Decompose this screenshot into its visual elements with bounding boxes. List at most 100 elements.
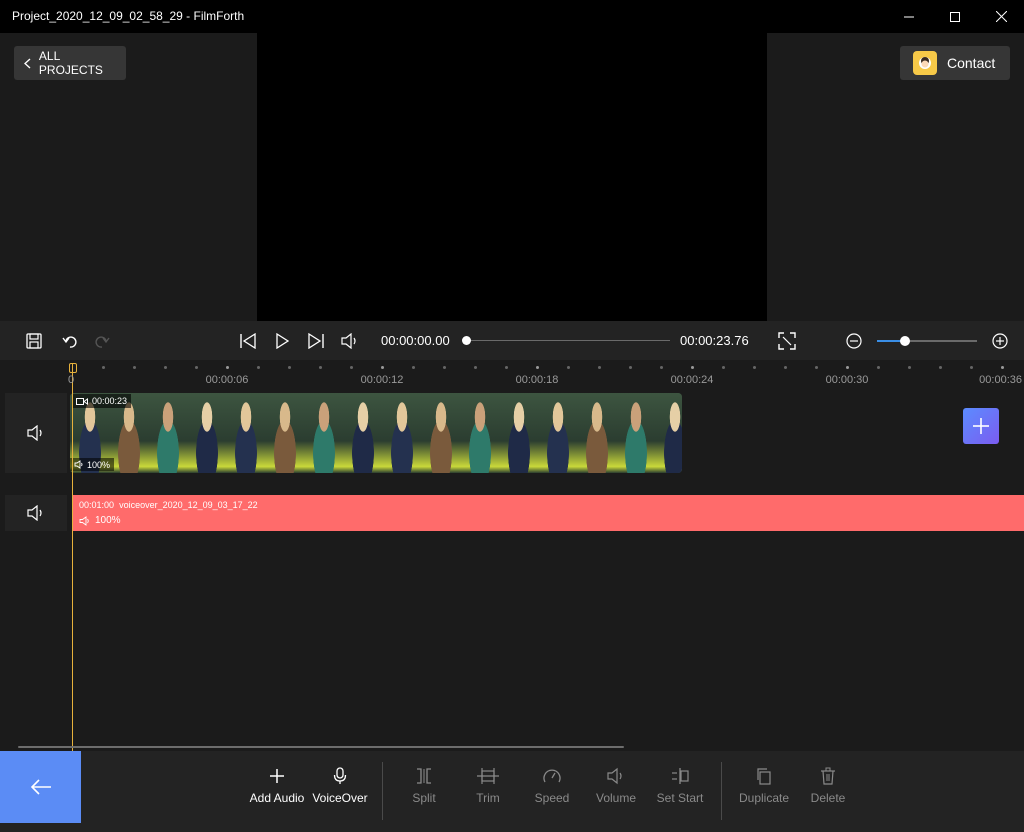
- back-button[interactable]: [0, 751, 81, 823]
- zoom-out-icon: [846, 332, 862, 349]
- ruler-tick: [319, 366, 322, 369]
- clip-thumbnail-frame: [577, 393, 617, 473]
- minimize-button[interactable]: [886, 0, 932, 33]
- ruler-tick: [195, 366, 198, 369]
- duplicate-icon: [757, 768, 771, 785]
- set-start-label: Set Start: [656, 791, 704, 805]
- contact-button[interactable]: Contact: [900, 46, 1010, 80]
- speaker-icon: [74, 460, 83, 469]
- ruler-tick: [164, 366, 167, 369]
- video-preview[interactable]: [257, 33, 767, 321]
- voiceover-clip-volume-row: 100%: [79, 515, 121, 526]
- trim-button[interactable]: Trim: [456, 767, 520, 805]
- set-start-icon: [672, 768, 689, 784]
- ruler-tick: [784, 366, 787, 369]
- zoom-slider-handle[interactable]: [900, 336, 910, 346]
- zoom-in-icon: [992, 332, 1008, 349]
- ruler-label: 00:00:24: [670, 374, 714, 386]
- ruler-label: 00:00:30: [825, 374, 869, 386]
- ruler-tick: [660, 366, 663, 369]
- delete-button[interactable]: Delete: [796, 767, 860, 805]
- speedometer-icon: [543, 769, 561, 783]
- close-button[interactable]: [978, 0, 1024, 33]
- clip-duration: 00:00:23: [92, 396, 128, 406]
- clip-duration-badge: 00:00:23: [72, 394, 132, 408]
- title-bar: Project_2020_12_09_02_58_29 - FilmForth: [0, 0, 1024, 33]
- seek-handle[interactable]: [462, 336, 471, 345]
- playhead-handle[interactable]: [69, 363, 77, 373]
- toolbar-divider: [382, 762, 383, 820]
- ruler-label: 00:00:36: [979, 374, 1022, 386]
- skip-to-start-button[interactable]: [236, 321, 260, 360]
- ruler-tick: [722, 366, 725, 369]
- ruler-tick: [288, 366, 291, 369]
- set-start-button[interactable]: Set Start: [648, 767, 712, 805]
- video-track-mute-button[interactable]: [5, 393, 67, 473]
- play-icon: [276, 332, 289, 349]
- ruler-tick: [753, 366, 756, 369]
- speed-button[interactable]: Speed: [520, 767, 584, 805]
- all-projects-button[interactable]: ALL PROJECTS: [14, 46, 126, 80]
- voiceover-clip[interactable]: 00:01:00 voiceover_2020_12_09_03_17_22 1…: [72, 495, 1024, 531]
- speed-label: Speed: [534, 791, 570, 805]
- ruler-tick: [629, 366, 632, 369]
- ruler-tick: [877, 366, 880, 369]
- all-projects-label: ALL PROJECTS: [38, 49, 103, 77]
- voiceover-clip-volume: 100%: [95, 515, 121, 526]
- add-media-button[interactable]: [963, 408, 999, 444]
- playhead[interactable]: [72, 364, 73, 751]
- duplicate-button[interactable]: Duplicate: [732, 767, 796, 805]
- trim-icon: [477, 768, 499, 784]
- ruler-tick: [412, 366, 415, 369]
- timeline-horizontal-scrollbar[interactable]: [18, 746, 624, 748]
- clip-thumbnail-frame: [343, 393, 383, 473]
- ruler-tick: [133, 366, 136, 369]
- fullscreen-icon: [778, 331, 796, 350]
- ruler-label: 00:00:18: [515, 374, 559, 386]
- redo-button[interactable]: [90, 321, 114, 360]
- skip-to-end-button[interactable]: [304, 321, 328, 360]
- ruler-tick: [257, 366, 260, 369]
- preview-volume-button[interactable]: [338, 321, 362, 360]
- voice-track-mute-button[interactable]: [5, 495, 67, 531]
- undo-button[interactable]: [58, 321, 82, 360]
- maximize-icon: [950, 11, 960, 22]
- voiceover-button[interactable]: VoiceOver: [308, 767, 372, 805]
- volume-label: Volume: [595, 791, 637, 805]
- ruler-tick: [567, 366, 570, 369]
- clip-thumbnail-frame: [304, 393, 344, 473]
- redo-icon: [95, 335, 110, 348]
- clip-thumbnail-frame: [187, 393, 227, 473]
- clip-thumbnail-frame: [148, 393, 188, 473]
- video-clip[interactable]: [70, 393, 682, 473]
- volume-button[interactable]: Volume: [584, 767, 648, 805]
- ruler-tick: [815, 366, 818, 369]
- split-button[interactable]: Split: [392, 767, 456, 805]
- plus-icon: [270, 769, 284, 783]
- play-button[interactable]: [270, 321, 294, 360]
- ruler-tick: [474, 366, 477, 369]
- skip-end-icon: [308, 332, 324, 349]
- fullscreen-button[interactable]: [775, 321, 799, 360]
- toolbar-divider: [721, 762, 722, 820]
- clip-thumbnail-frame: [499, 393, 539, 473]
- voiceover-label: VoiceOver: [312, 791, 368, 805]
- ruler-tick: [908, 366, 911, 369]
- clip-thumbnail-frame: [460, 393, 500, 473]
- window-title: Project_2020_12_09_02_58_29 - FilmForth: [12, 9, 245, 23]
- clip-thumbnail-frame: [382, 393, 422, 473]
- maximize-button[interactable]: [932, 0, 978, 33]
- seek-bar[interactable]: [466, 340, 670, 341]
- minimize-icon: [904, 16, 914, 17]
- undo-icon: [62, 335, 77, 348]
- save-icon: [26, 332, 42, 349]
- zoom-out-button[interactable]: [843, 321, 865, 360]
- contact-label: Contact: [947, 55, 996, 71]
- trim-label: Trim: [476, 791, 500, 805]
- split-label: Split: [412, 791, 436, 805]
- save-button[interactable]: [22, 321, 46, 360]
- zoom-in-button[interactable]: [989, 321, 1011, 360]
- add-audio-button[interactable]: Add Audio: [245, 767, 309, 805]
- ruler-tick: [691, 366, 694, 369]
- clip-thumbnail-frame: [265, 393, 305, 473]
